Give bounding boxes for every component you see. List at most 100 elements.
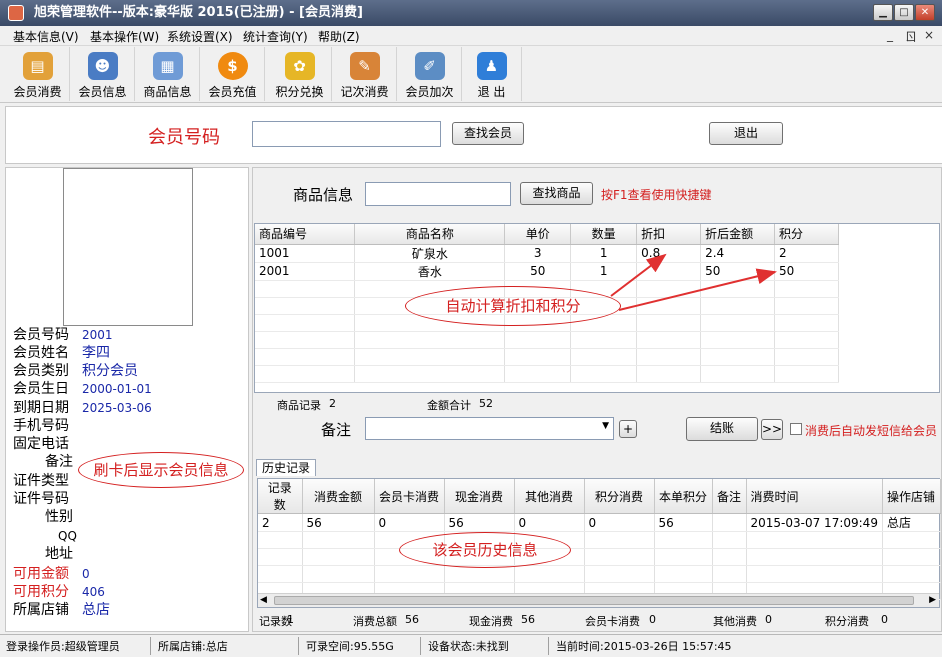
mdi-close-icon[interactable]: × bbox=[924, 28, 934, 42]
label-gender: 性别 bbox=[45, 509, 73, 525]
sms-label: 消费后自动发短信给会员 bbox=[805, 424, 938, 438]
add-count-icon: ✐ bbox=[414, 52, 445, 80]
value-member-type: 积分会员 bbox=[82, 363, 138, 379]
cell[interactable]: 2015-03-07 17:09:49 bbox=[746, 513, 883, 532]
cell[interactable]: 56 bbox=[302, 513, 375, 532]
footer-cash-label: 现金消费 bbox=[469, 615, 513, 628]
annotation-card-info: 刷卡后显示会员信息 bbox=[78, 452, 244, 488]
col-card-consume[interactable]: 会员卡消费 bbox=[374, 479, 445, 514]
col-consume-time[interactable]: 消费时间 bbox=[746, 479, 883, 514]
menu-settings[interactable]: 系统设置(X) bbox=[167, 28, 233, 45]
window-title: 旭荣管理软件--版本:豪华版 2015(已注册) - [会员消费] bbox=[34, 5, 363, 20]
cell[interactable] bbox=[712, 513, 747, 532]
footer-card-label: 会员卡消费 bbox=[585, 615, 640, 628]
remark-select[interactable]: ▼ bbox=[365, 417, 614, 440]
mdi-minimize-icon[interactable]: _ bbox=[887, 28, 893, 42]
points-exchange-icon: ✿ bbox=[284, 52, 315, 80]
label-remark: 备注 bbox=[45, 454, 73, 470]
menu-basic-ops[interactable]: 基本操作(W) bbox=[90, 28, 159, 45]
menu-basic-info[interactable]: 基本信息(V) bbox=[13, 28, 79, 45]
cell[interactable]: 2 bbox=[258, 513, 303, 532]
col-consume-amount[interactable]: 消费金额 bbox=[302, 479, 375, 514]
consume-panel: 商品信息 查找商品 按F1查看使用快捷键 商品编号 商品名称 单价 数量 折扣 … bbox=[252, 167, 942, 632]
cell[interactable]: 56 bbox=[444, 513, 515, 532]
status-device: 设备状态:未找到 bbox=[428, 640, 509, 653]
menu-statistics[interactable]: 统计查询(Y) bbox=[243, 28, 308, 45]
value-points: 406 bbox=[82, 585, 105, 599]
scroll-left-icon[interactable]: ◀ bbox=[260, 595, 267, 605]
table-row[interactable]: 2 56 0 56 0 0 56 2015-03-07 17:09:49 总店 bbox=[258, 513, 942, 532]
minimize-button[interactable]: ▁ bbox=[873, 4, 893, 21]
toolbar-recharge-button[interactable]: $ 会员充值 bbox=[201, 47, 265, 101]
cell[interactable]: 总店 bbox=[882, 513, 942, 532]
label-qq: QQ bbox=[58, 529, 77, 543]
toolbar-count-consume-button[interactable]: ✎ 记次消费 bbox=[333, 47, 397, 101]
toolbar-goods-info-button[interactable]: ▦ 商品信息 bbox=[136, 47, 200, 101]
toolbar-add-count-button[interactable]: ✐ 会员加次 bbox=[398, 47, 462, 101]
sms-checkbox[interactable] bbox=[790, 423, 802, 435]
member-number-input[interactable] bbox=[252, 121, 441, 147]
annotation-history: 该会员历史信息 bbox=[399, 532, 571, 568]
toolbar-label: 会员信息 bbox=[78, 85, 127, 99]
col-record-count[interactable]: 记录数 bbox=[258, 479, 303, 514]
title-bar: 旭荣管理软件--版本:豪华版 2015(已注册) - [会员消费] ▁ □ ✕ bbox=[0, 0, 942, 26]
toolbar-label: 记次消费 bbox=[340, 85, 389, 99]
col-points-consume[interactable]: 积分消费 bbox=[584, 479, 655, 514]
cell[interactable]: 0 bbox=[514, 513, 585, 532]
mdi-restore-icon[interactable]: ㄖ bbox=[905, 28, 917, 45]
horizontal-scrollbar[interactable]: ◀ ▶ bbox=[258, 593, 939, 607]
menu-help[interactable]: 帮助(Z) bbox=[318, 28, 360, 45]
toolbar-label: 会员加次 bbox=[405, 85, 454, 99]
label-member-number: 会员号码 bbox=[13, 327, 69, 343]
find-member-button[interactable]: 查找会员 bbox=[452, 122, 524, 145]
cell[interactable]: 0 bbox=[584, 513, 655, 532]
toolbar-member-consume-button[interactable]: ▤ 会员消费 bbox=[6, 47, 70, 101]
footer-record-count: 1 bbox=[287, 613, 294, 626]
toolbar-member-info-button[interactable]: ☻ 会员信息 bbox=[71, 47, 135, 101]
footer-cash: 56 bbox=[521, 613, 535, 626]
col-bill-points[interactable]: 本单积分 bbox=[654, 479, 713, 514]
label-expiry: 到期日期 bbox=[13, 400, 69, 416]
label-address: 地址 bbox=[45, 546, 73, 562]
more-button[interactable]: >> bbox=[761, 419, 783, 440]
members-icon: ☻ bbox=[87, 52, 118, 80]
footer-total: 56 bbox=[405, 613, 419, 626]
cell[interactable]: 56 bbox=[654, 513, 713, 532]
history-table[interactable]: 记录数 消费金额 会员卡消费 现金消费 其他消费 积分消费 本单积分 备注 消费… bbox=[257, 478, 942, 608]
tab-history[interactable]: 历史记录 bbox=[256, 459, 316, 476]
app-icon bbox=[8, 5, 24, 21]
col-cash-consume[interactable]: 现金消费 bbox=[444, 479, 515, 514]
member-cards-icon: ▤ bbox=[22, 52, 53, 80]
close-button[interactable]: ✕ bbox=[915, 4, 935, 21]
label-points: 可用积分 bbox=[13, 584, 69, 600]
footer-points: 0 bbox=[881, 613, 888, 626]
toolbar-label: 退 出 bbox=[477, 85, 506, 99]
maximize-button[interactable]: □ bbox=[894, 4, 914, 21]
value-member-number: 2001 bbox=[82, 328, 113, 342]
scroll-thumb[interactable] bbox=[274, 596, 914, 605]
label-member-type: 会员类别 bbox=[13, 363, 69, 379]
scroll-right-icon[interactable]: ▶ bbox=[929, 595, 936, 605]
exit-person-icon: ♟ bbox=[476, 52, 507, 80]
toolbar-label: 会员消费 bbox=[13, 85, 62, 99]
footer-points-label: 积分消费 bbox=[825, 615, 869, 628]
col-other-consume[interactable]: 其他消费 bbox=[514, 479, 585, 514]
menu-bar: 基本信息(V) 基本操作(W) 系统设置(X) 统计查询(Y) 帮助(Z) _ … bbox=[0, 26, 942, 46]
cell[interactable]: 0 bbox=[374, 513, 445, 532]
status-time: 当前时间:2015-03-26日 15:57:45 bbox=[556, 640, 732, 653]
add-remark-button[interactable]: + bbox=[619, 420, 637, 438]
member-info-panel: 会员号码 2001 会员姓名 李四 会员类别 积分会员 会员生日 2000-01… bbox=[5, 167, 249, 632]
toolbar-label: 商品信息 bbox=[143, 85, 192, 99]
col-remark[interactable]: 备注 bbox=[712, 479, 747, 514]
toolbar-points-exchange-button[interactable]: ✿ 积分兑换 bbox=[268, 47, 332, 101]
footer-other: 0 bbox=[765, 613, 772, 626]
col-operate-shop[interactable]: 操作店铺 bbox=[882, 479, 942, 514]
exit-button[interactable]: 退出 bbox=[709, 122, 783, 145]
value-member-name: 李四 bbox=[82, 345, 110, 361]
value-shop: 总店 bbox=[82, 602, 110, 618]
dollar-coin-icon: $ bbox=[217, 52, 248, 80]
checkout-button[interactable]: 结账 bbox=[686, 417, 758, 441]
goods-grid-icon: ▦ bbox=[152, 52, 183, 80]
toolbar-exit-button[interactable]: ♟ 退 出 bbox=[462, 47, 522, 101]
label-id-number: 证件号码 bbox=[13, 491, 69, 507]
